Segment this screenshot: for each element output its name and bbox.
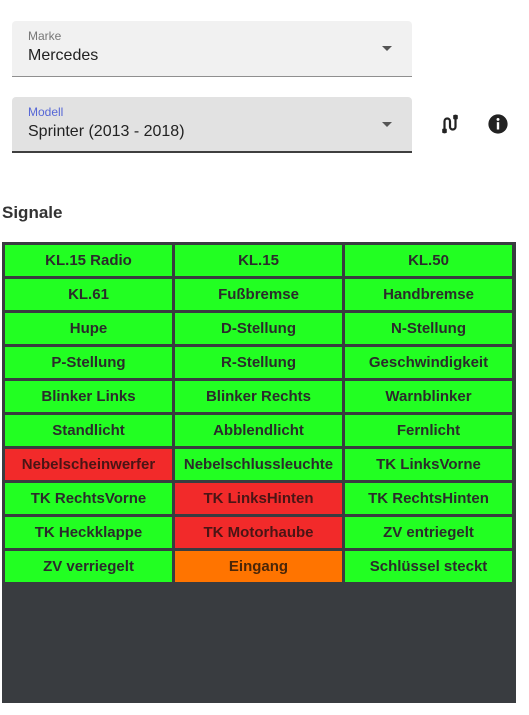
signale-grid: KL.15 Radio KL.15 KL.50 KL.61 Fußbremse Handb… bbox=[5, 245, 512, 582]
signal-cell[interactable]: Schlüssel steckt bbox=[345, 551, 512, 582]
signal-cell[interactable]: Nebelscheinwerfer bbox=[5, 449, 172, 480]
signal-cell[interactable]: KL.61 bbox=[5, 279, 172, 310]
signal-cell[interactable]: Standlicht bbox=[5, 415, 172, 446]
signal-cell[interactable]: TK RechtsVorne bbox=[5, 483, 172, 514]
signal-cell[interactable]: ZV entriegelt bbox=[345, 517, 512, 548]
marke-select[interactable]: Marke Mercedes bbox=[12, 21, 412, 77]
signal-plug-icon bbox=[442, 114, 458, 134]
info-button[interactable] bbox=[486, 112, 510, 136]
signal-cell[interactable]: KL.15 Radio bbox=[5, 245, 172, 276]
signal-cell[interactable]: TK RechtsHinten bbox=[345, 483, 512, 514]
signal-cell[interactable]: D-Stellung bbox=[175, 313, 342, 344]
signal-cell[interactable]: Hupe bbox=[5, 313, 172, 344]
signal-cell[interactable]: Fußbremse bbox=[175, 279, 342, 310]
marke-value: Mercedes bbox=[28, 47, 99, 64]
signal-cell[interactable]: Nebelschlussleuchte bbox=[175, 449, 342, 480]
signal-cell[interactable]: Eingang bbox=[175, 551, 342, 582]
signal-cell[interactable]: Fernlicht bbox=[345, 415, 512, 446]
signale-title: Signale bbox=[2, 203, 63, 222]
signal-cell[interactable]: Blinker Rechts bbox=[175, 381, 342, 412]
signal-cell[interactable]: TK Motorhaube bbox=[175, 517, 342, 548]
signal-cell[interactable]: P-Stellung bbox=[5, 347, 172, 378]
signal-cell[interactable]: R-Stellung bbox=[175, 347, 342, 378]
signal-cell[interactable]: KL.50 bbox=[345, 245, 512, 276]
modell-select[interactable]: Modell Sprinter (2013 - 2018) bbox=[12, 97, 412, 153]
signal-cell[interactable]: KL.15 bbox=[175, 245, 342, 276]
dropdown-arrow-icon bbox=[382, 122, 392, 127]
modell-label: Modell bbox=[28, 105, 64, 119]
signal-cell[interactable]: TK LinksVorne bbox=[345, 449, 512, 480]
signal-cell[interactable]: Warnblinker bbox=[345, 381, 512, 412]
signal-cell[interactable]: Geschwindigkeit bbox=[345, 347, 512, 378]
signal-cell[interactable]: TK LinksHinten bbox=[175, 483, 342, 514]
info-icon bbox=[488, 114, 508, 134]
signal-cell[interactable]: ZV verriegelt bbox=[5, 551, 172, 582]
signal-cell[interactable]: TK Heckklappe bbox=[5, 517, 172, 548]
signale-panel: KL.15 Radio KL.15 KL.50 KL.61 Fußbremse Handb… bbox=[2, 242, 516, 703]
dropdown-arrow-icon bbox=[382, 46, 392, 51]
signal-cell[interactable]: Abblendlicht bbox=[175, 415, 342, 446]
signal-cell[interactable]: Blinker Links bbox=[5, 381, 172, 412]
signal-cell[interactable]: N-Stellung bbox=[345, 313, 512, 344]
modell-value: Sprinter (2013 - 2018) bbox=[28, 123, 185, 140]
signal-cell[interactable]: Handbremse bbox=[345, 279, 512, 310]
signal-plug-button[interactable] bbox=[438, 112, 462, 136]
marke-label: Marke bbox=[28, 29, 62, 43]
